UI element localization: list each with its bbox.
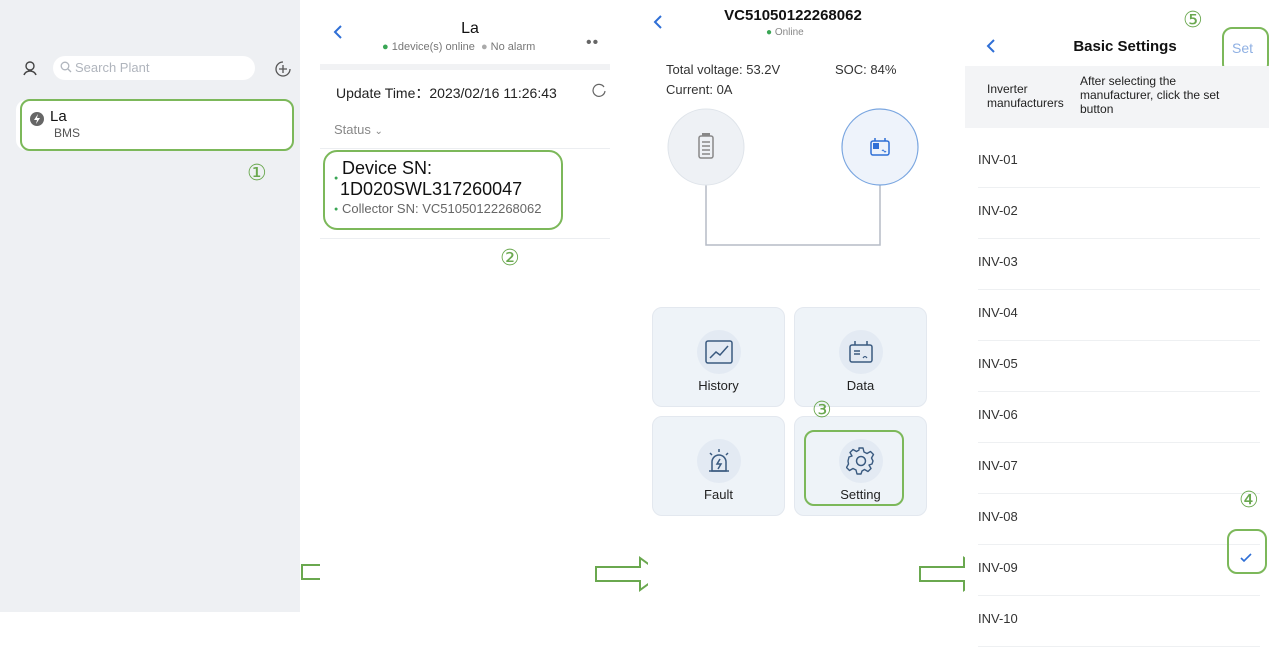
total-voltage: Total voltage: 53.2V (666, 62, 781, 77)
data-battery-icon (838, 330, 883, 374)
highlight-box-device (323, 150, 563, 230)
inverter-option[interactable]: INV-10 (978, 595, 1260, 647)
inverter-option[interactable]: INV-07 (978, 442, 1260, 494)
history-label: History (698, 378, 739, 393)
inverter-option-label: INV-02 (978, 203, 1018, 218)
inverter-option-label: INV-07 (978, 458, 1018, 473)
update-time-label: Update Time： (336, 85, 430, 101)
page-title: La (461, 20, 479, 37)
device-status-text: Online (774, 27, 804, 38)
inverter-option-label: INV-09 (978, 560, 1018, 575)
search-placeholder: Search Plant (75, 60, 150, 75)
highlight-box-plant (20, 99, 294, 151)
inverter-option[interactable]: INV-06 (978, 391, 1260, 443)
device-status: ● Online (766, 27, 804, 38)
back-chevron-icon[interactable] (985, 38, 997, 59)
status-filter-label: Status (334, 122, 371, 137)
back-chevron-icon[interactable] (652, 14, 664, 35)
back-chevron-icon[interactable] (332, 24, 344, 45)
inverter-option[interactable]: INV-03 (978, 238, 1260, 290)
divider (320, 238, 610, 239)
inverter-option-label: INV-10 (978, 611, 1018, 626)
device-title: VC51050122268062 (724, 7, 862, 24)
plant-status-line: ● 1device(s) online ● No alarm (382, 41, 536, 53)
battery-icon (698, 133, 714, 164)
highlight-box-checkmark (1227, 529, 1267, 574)
inverter-option-label: INV-06 (978, 407, 1018, 422)
chevron-down-icon: ⌄ (374, 126, 383, 137)
inverter-option-label: INV-05 (978, 356, 1018, 371)
user-icon[interactable] (22, 60, 38, 81)
inverter-option[interactable]: INV-01 (978, 136, 1260, 188)
current-value: Current: 0A (666, 82, 733, 97)
status-filter[interactable]: Status ⌄ (334, 122, 383, 137)
refresh-icon[interactable] (592, 83, 606, 102)
history-tile[interactable]: History (652, 307, 785, 407)
divider (320, 148, 610, 149)
add-plant-icon[interactable] (274, 60, 292, 83)
step-marker-3: ③ (812, 398, 832, 423)
inverter-icon (870, 138, 890, 161)
alarm-status: No alarm (490, 41, 536, 53)
update-time: Update Time：2023/02/16 11:26:43 (336, 83, 557, 103)
search-icon (60, 61, 72, 76)
settings-header: Inverter manufacturers After selecting t… (965, 66, 1269, 128)
data-label: Data (846, 378, 875, 393)
inverter-option-label: INV-03 (978, 254, 1018, 269)
data-tile[interactable]: Data (794, 307, 927, 407)
inverter-option[interactable]: INV-05 (978, 340, 1260, 392)
inverter-manufacturers-label: Inverter manufacturers (987, 82, 1064, 110)
history-chart-icon (696, 330, 741, 374)
inverter-option[interactable]: INV-04 (978, 289, 1260, 341)
basic-settings-panel: Basic Settings Set ⑤ Inverter manufactur… (965, 0, 1269, 647)
inverter-option[interactable]: INV-08 (978, 493, 1260, 545)
fault-tile[interactable]: Fault (652, 416, 785, 516)
inverter-option-label: INV-01 (978, 152, 1018, 167)
soc-value: SOC: 84% (835, 62, 897, 77)
inverter-option-label: INV-04 (978, 305, 1018, 320)
more-options-icon[interactable]: •• (586, 34, 599, 52)
online-count: 1device(s) online (391, 41, 475, 53)
energy-flow-diagram (667, 108, 919, 246)
step-marker-2: ② (500, 246, 520, 271)
step-marker-1: ① (247, 161, 267, 186)
plant-list-panel: Search Plant La BMS ① (0, 0, 300, 612)
device-detail-panel: VC51050122268062 ● Online Total voltage:… (648, 0, 938, 612)
inverter-option[interactable]: INV-09 (978, 544, 1260, 596)
step-marker-4: ④ (1239, 488, 1259, 513)
fault-alarm-icon (696, 439, 741, 483)
step-marker-5: ⑤ (1183, 8, 1203, 33)
search-input[interactable]: Search Plant (53, 56, 255, 80)
page-title: Basic Settings (1073, 38, 1177, 55)
highlight-box-setting (804, 430, 904, 506)
plant-detail-panel: La ● 1device(s) online ● No alarm •• Upd… (320, 0, 610, 612)
inverter-option-label: INV-08 (978, 509, 1018, 524)
inverter-option[interactable]: INV-02 (978, 187, 1260, 239)
header-divider (320, 64, 610, 70)
fault-label: Fault (704, 487, 733, 502)
update-time-value: 2023/02/16 11:26:43 (429, 85, 557, 101)
instruction-hint: After selecting the manufacturer, click … (1080, 74, 1220, 116)
